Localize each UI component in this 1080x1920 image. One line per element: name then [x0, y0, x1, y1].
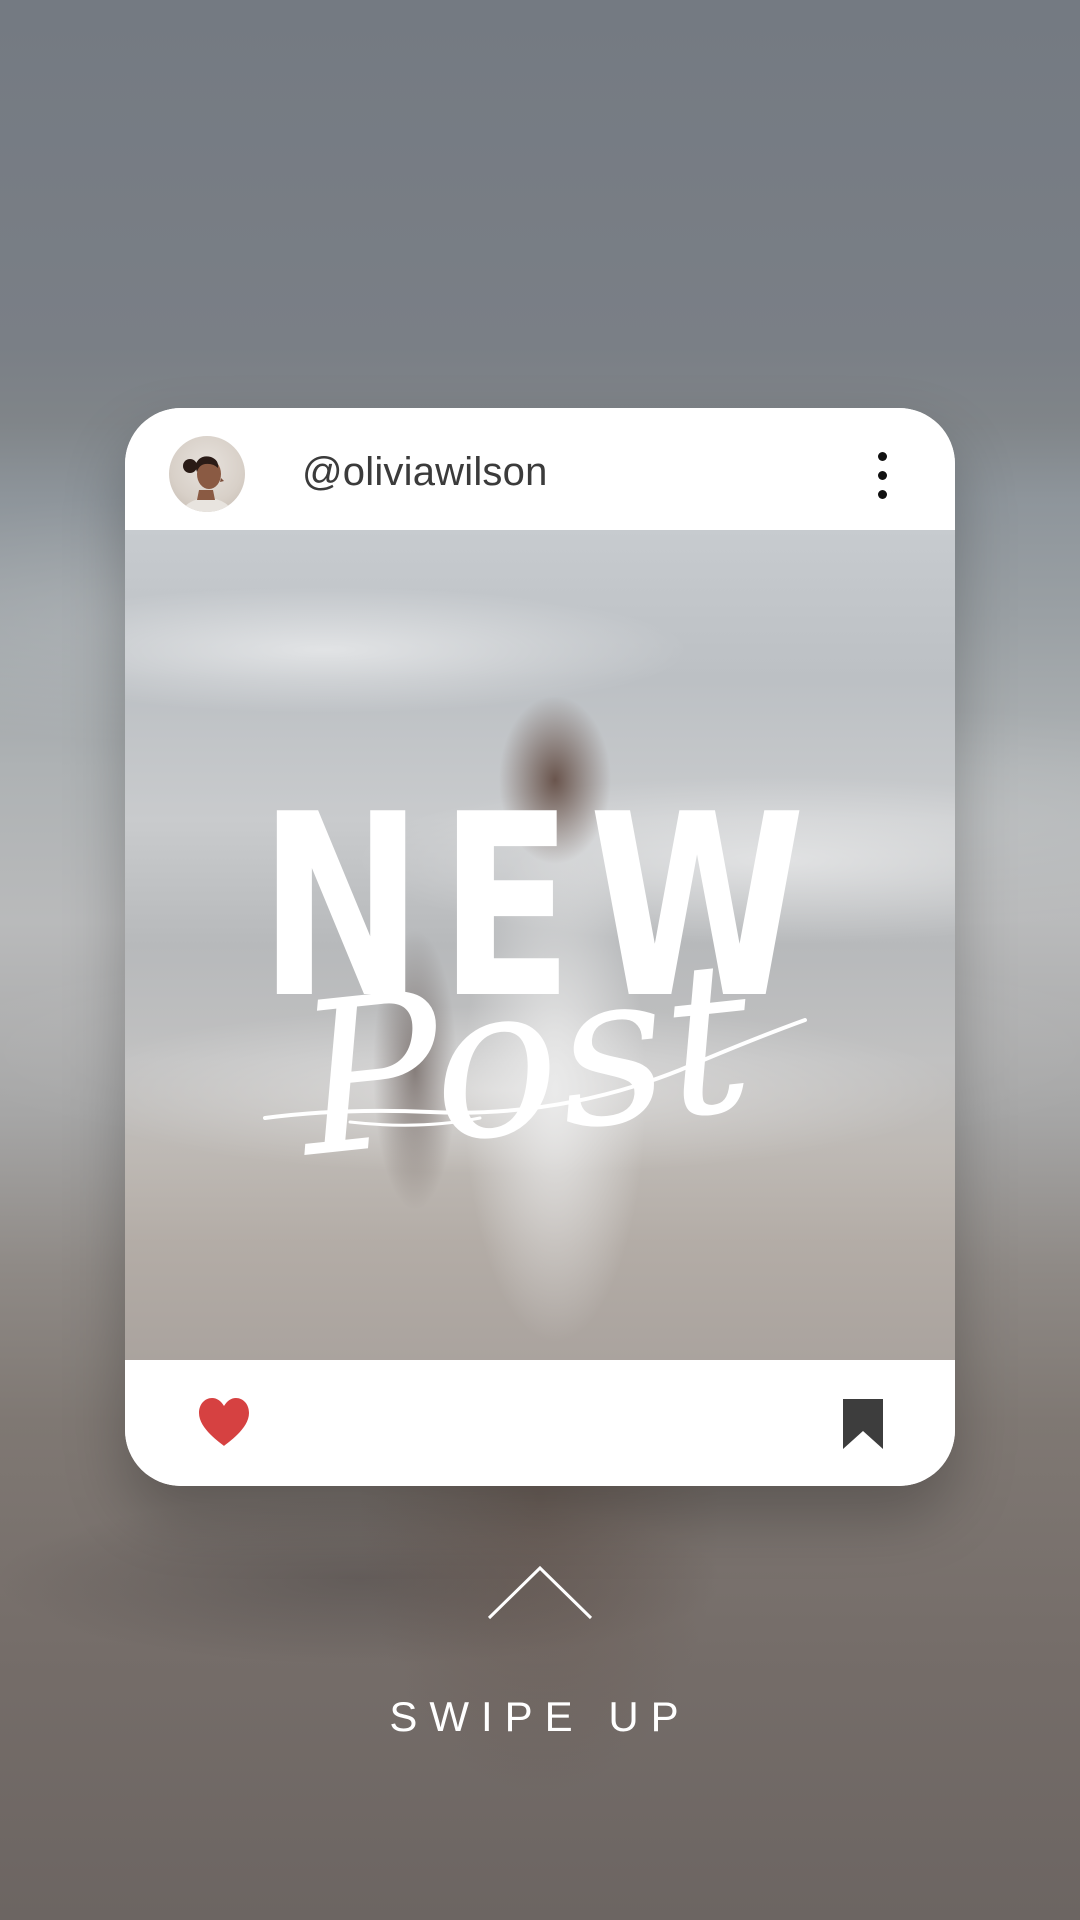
post-image: NEW Post — [125, 530, 955, 1360]
heart-icon — [199, 1398, 249, 1446]
chevron-up-icon — [487, 1565, 593, 1620]
bookmark-icon — [843, 1399, 883, 1449]
more-vertical-icon — [862, 444, 902, 506]
post-swash-flourish — [263, 1018, 807, 1127]
post-actions — [125, 1360, 955, 1486]
post-header: @oliviawilson — [125, 408, 955, 530]
username[interactable]: @oliviawilson — [302, 448, 548, 496]
swipe-up-label[interactable]: SWIPE UP — [0, 1692, 1080, 1742]
more-options-button[interactable] — [862, 444, 902, 506]
like-button[interactable] — [195, 1396, 253, 1448]
save-button[interactable] — [843, 1399, 883, 1449]
swipe-up-control[interactable] — [487, 1564, 593, 1620]
avatar[interactable] — [169, 436, 245, 512]
avatar-portrait — [181, 456, 233, 512]
post-card: @oliviawilson NEW Post — [125, 408, 955, 1486]
